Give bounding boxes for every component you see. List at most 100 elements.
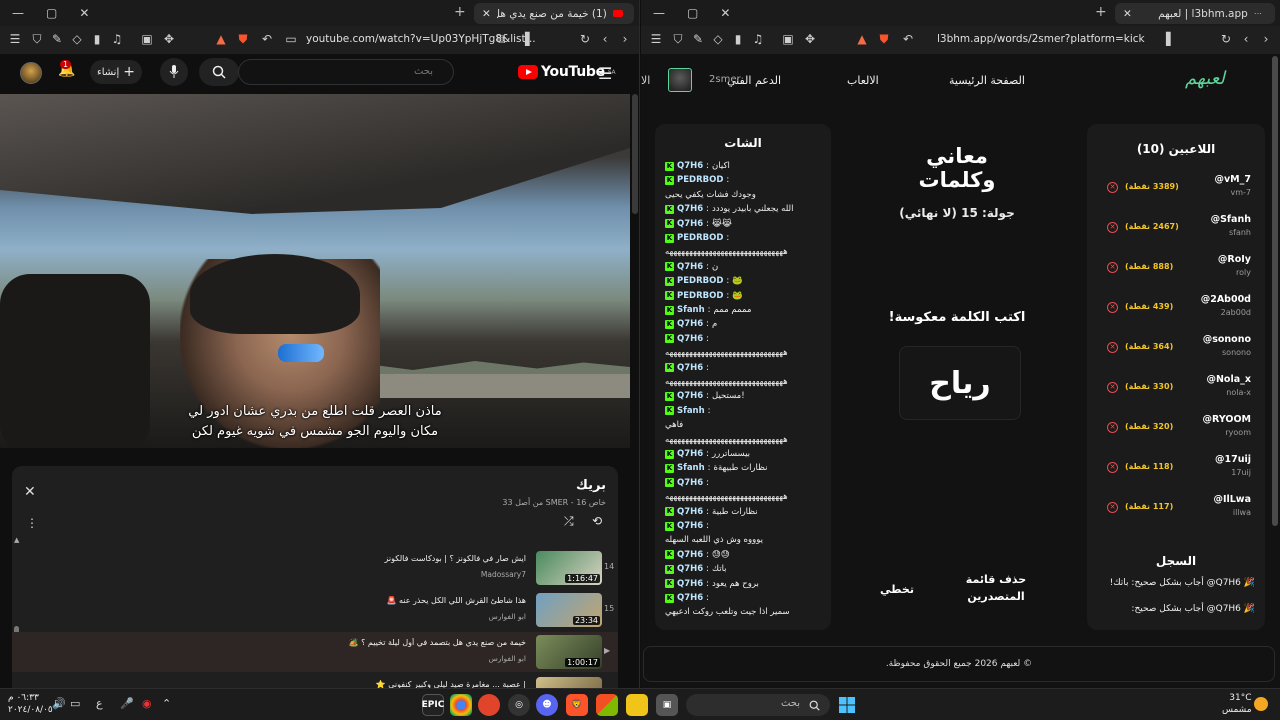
shield-icon[interactable]: ⛉: [671, 32, 685, 46]
reload-icon[interactable]: ↻: [578, 32, 592, 46]
remove-player-icon[interactable]: ✕: [1107, 502, 1118, 513]
minimize-icon[interactable]: —: [653, 6, 665, 20]
nav-link-truncated[interactable]: الا: [641, 74, 650, 87]
item-channel[interactable]: ابو الفوارس: [489, 612, 526, 621]
obs-icon[interactable]: ◎: [508, 694, 530, 716]
url-text[interactable]: l3bhm.app/words/2smer?platform=kick: [937, 33, 1145, 45]
sidebar-menu-icon[interactable]: ☰: [649, 32, 663, 46]
list-item[interactable]: | عصبة ... مغامرة صيد ليلي وكبير كنفوني …: [12, 674, 618, 688]
nav-link-games[interactable]: الالعاب: [847, 74, 879, 87]
file-explorer-icon[interactable]: [626, 694, 648, 716]
remove-player-icon[interactable]: ✕: [1107, 262, 1118, 273]
video-player[interactable]: ماذن العصر قلت اطلع من بدري عشان ادور لي…: [0, 94, 630, 448]
new-tab-icon[interactable]: +: [454, 4, 466, 20]
recording-icon[interactable]: ◉: [142, 697, 152, 710]
bookmark-icon[interactable]: ▐: [1159, 32, 1173, 46]
more-options-icon[interactable]: ⋮: [26, 516, 38, 530]
puzzle-icon[interactable]: ✥: [803, 32, 817, 46]
brave-icon[interactable]: 🦁: [566, 694, 588, 716]
brave-shield-icon[interactable]: ⛊: [236, 32, 250, 46]
close-icon[interactable]: ✕: [79, 6, 89, 20]
windows-start-icon[interactable]: [836, 694, 858, 716]
forward-icon[interactable]: ›: [1259, 32, 1273, 46]
voice-search-button[interactable]: [160, 58, 188, 86]
tray-expand-icon[interactable]: ⌃: [162, 697, 171, 710]
puzzle-icon[interactable]: ✥: [162, 32, 176, 46]
extensions-icon[interactable]: ✎: [691, 32, 705, 46]
playlist-close-icon[interactable]: ✕: [24, 484, 36, 500]
close-icon[interactable]: ✕: [720, 6, 730, 20]
shuffle-icon[interactable]: ⤮: [564, 514, 574, 529]
minimize-icon[interactable]: —: [12, 6, 24, 20]
maximize-icon[interactable]: ▢: [687, 6, 698, 20]
page-scrollbar[interactable]: [632, 94, 638, 214]
site-info-icon[interactable]: ▭: [284, 32, 298, 46]
avatar[interactable]: [668, 68, 692, 92]
back-icon[interactable]: ‹: [1239, 32, 1253, 46]
input-language[interactable]: ع: [96, 697, 103, 710]
remove-player-icon[interactable]: ✕: [1107, 182, 1118, 193]
search-input[interactable]: بحث: [238, 59, 454, 85]
forward-icon[interactable]: ›: [618, 32, 632, 46]
sidebar-icon[interactable]: ▮: [731, 32, 745, 46]
shield-icon[interactable]: ⛉: [30, 32, 44, 46]
sidebar-menu-icon[interactable]: ☰: [8, 32, 22, 46]
discord-icon[interactable]: ☻: [536, 694, 558, 716]
remove-player-icon[interactable]: ✕: [1107, 382, 1118, 393]
maximize-icon[interactable]: ▢: [46, 6, 57, 20]
hamburger-menu-icon[interactable]: ☰: [598, 64, 612, 83]
remove-player-icon[interactable]: ✕: [1107, 462, 1118, 473]
speaker-icon[interactable]: 🔊: [52, 697, 66, 710]
list-item[interactable]: 15 23:34 هذا شاطئ القرش اللي الكل يحذر ع…: [12, 590, 618, 630]
page-scrollbar[interactable]: [1272, 56, 1278, 526]
task-view-icon[interactable]: ▣: [656, 694, 678, 716]
back-share-icon[interactable]: ↶: [901, 32, 915, 46]
extensions-icon[interactable]: ✎: [50, 32, 64, 46]
nav-link-support[interactable]: الدعم الفني: [727, 74, 781, 87]
site-logo[interactable]: لعبهم: [1185, 68, 1225, 89]
remove-player-icon[interactable]: ✕: [1107, 222, 1118, 233]
search-button[interactable]: [199, 58, 239, 86]
microphone-icon[interactable]: 🎤: [120, 697, 134, 710]
remove-player-icon[interactable]: ✕: [1107, 302, 1118, 313]
bookmark-icon[interactable]: ▐: [518, 32, 532, 46]
store-icon[interactable]: [596, 694, 618, 716]
chrome-icon[interactable]: [450, 694, 472, 716]
screenshot-icon[interactable]: ▣: [140, 32, 154, 46]
reload-icon[interactable]: ↻: [1219, 32, 1233, 46]
brave-rewards-icon[interactable]: ▲: [855, 32, 869, 46]
clock[interactable]: ٠٦:٣٣ م ٢٠٢٤/٠٨/٠٥: [8, 692, 53, 716]
back-icon[interactable]: ‹: [598, 32, 612, 46]
nav-link-home[interactable]: الصفحة الرئيسية: [949, 74, 1025, 87]
skip-button[interactable]: تخطي: [877, 582, 917, 599]
create-button[interactable]: إنشاء +: [90, 60, 142, 84]
cast-icon[interactable]: ⧉: [494, 32, 508, 46]
avatar[interactable]: [20, 62, 42, 84]
remove-player-icon[interactable]: ✕: [1107, 342, 1118, 353]
taskbar-search-input[interactable]: بحث: [686, 694, 830, 716]
epic-games-icon[interactable]: EPIC: [422, 694, 444, 716]
scroll-up-icon[interactable]: ▲: [14, 536, 19, 544]
back-share-icon[interactable]: ↶: [260, 32, 274, 46]
brave-rewards-icon[interactable]: ▲: [214, 32, 228, 46]
tag-icon[interactable]: ◇: [711, 32, 725, 46]
item-channel[interactable]: ابو الفوارس: [489, 654, 526, 663]
screenshot-icon[interactable]: ▣: [781, 32, 795, 46]
music-icon[interactable]: ♫: [110, 32, 124, 46]
tab-close-icon[interactable]: ✕: [482, 8, 491, 20]
network-icon[interactable]: ▭: [70, 697, 80, 710]
sidebar-icon[interactable]: ▮: [90, 32, 104, 46]
tab-l3bhm[interactable]: ✕ لعبهم | l3bhm.app ⋯: [1115, 3, 1275, 24]
brave-shield-icon[interactable]: ⛊: [877, 32, 891, 46]
tab-youtube[interactable]: ✕ (1) خيمة من صنع يدي هل بتصـ...: [474, 3, 634, 24]
new-tab-icon[interactable]: +: [1095, 4, 1107, 20]
weather-widget[interactable]: 31°C مشمس: [1222, 692, 1252, 716]
item-channel[interactable]: Madossary7: [481, 570, 526, 579]
clear-leaderboard-button[interactable]: حذف قائمة المتصدرين: [961, 572, 1031, 605]
remove-player-icon[interactable]: ✕: [1107, 422, 1118, 433]
app-icon[interactable]: [478, 694, 500, 716]
loop-icon[interactable]: ⟲: [592, 514, 602, 528]
list-item-active[interactable]: ▶ 1:00:17 خيمة من صنع يدي هل بتصمد في أو…: [12, 632, 618, 672]
tag-icon[interactable]: ◇: [70, 32, 84, 46]
tab-close-icon[interactable]: ✕: [1123, 8, 1132, 20]
